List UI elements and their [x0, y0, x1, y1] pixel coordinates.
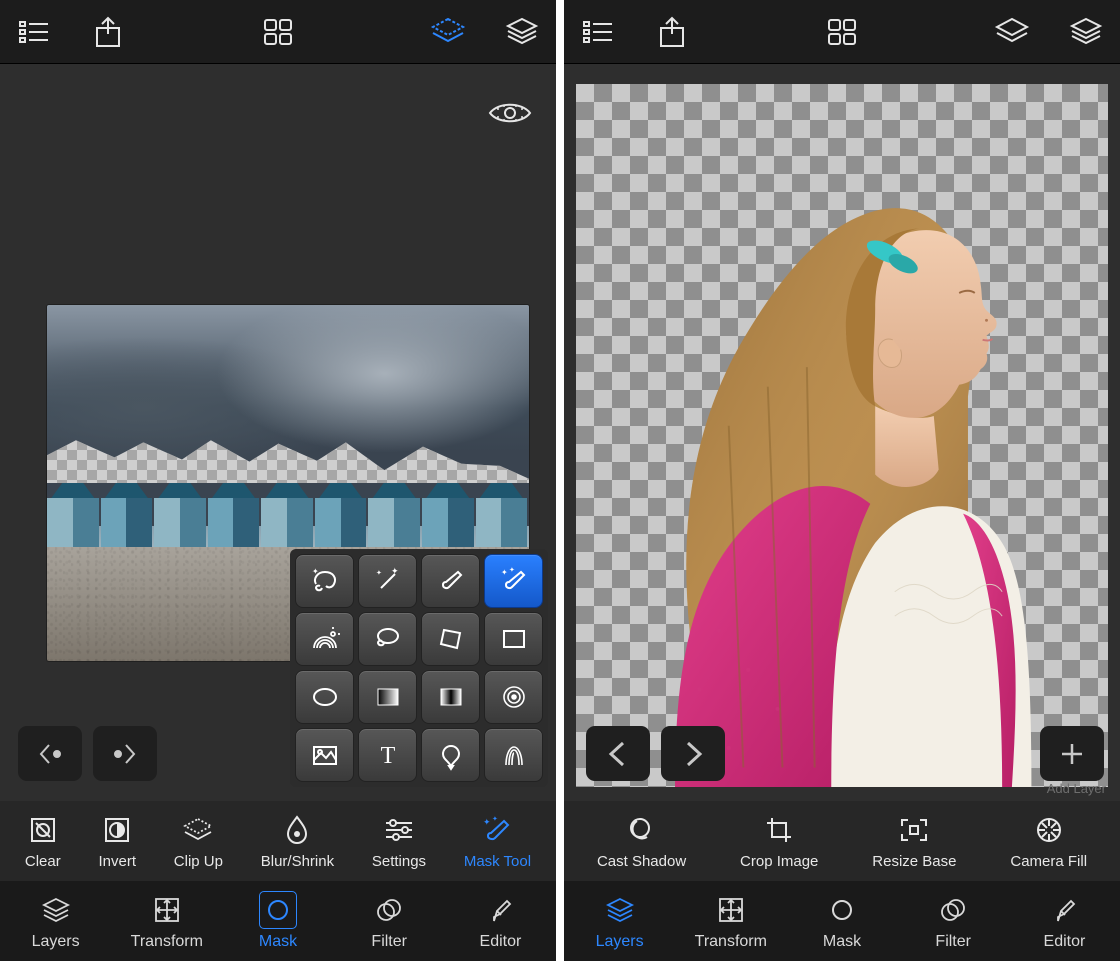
clipup-label: Clip Up	[174, 853, 223, 870]
resize-base-button[interactable]: Resize Base	[872, 813, 956, 870]
add-layer-button[interactable]	[1040, 726, 1104, 781]
tab-transform[interactable]: Transform	[675, 881, 786, 961]
svg-text:✦: ✦	[312, 567, 319, 576]
tab-mask-label: Mask	[259, 933, 297, 951]
layer-active-icon[interactable]	[428, 12, 468, 52]
next-layer-button[interactable]	[93, 726, 157, 781]
svg-text:✦: ✦	[376, 569, 382, 577]
top-toolbar	[564, 0, 1120, 64]
bottom-tab-bar: Layers Transform Mask Filter Editor	[564, 881, 1120, 961]
svg-text:✦: ✦	[391, 566, 399, 576]
right-screen: Add Layer Cast Shadow Crop Image Resize …	[564, 0, 1120, 961]
svg-text:✦: ✦	[483, 817, 491, 827]
canvas-area[interactable]: ✦ ✦✦ ✦✦ T	[0, 64, 556, 801]
cast-shadow-button[interactable]: Cast Shadow	[597, 813, 686, 870]
list-icon[interactable]	[578, 12, 618, 52]
tool-brush[interactable]	[421, 554, 480, 608]
svg-text:✦: ✦	[492, 815, 498, 823]
tool-magic-wand[interactable]: ✦✦	[358, 554, 417, 608]
next-layer-button[interactable]	[661, 726, 725, 781]
canvas-area[interactable]: Add Layer	[564, 64, 1120, 801]
settings-label: Settings	[372, 853, 426, 870]
tool-ellipse[interactable]	[295, 670, 354, 724]
mask-sub-toolbar: Clear Invert Clip Up Blur/Shrink Setting…	[0, 801, 556, 881]
tab-filter-label: Filter	[371, 933, 407, 951]
svg-text:✦: ✦	[501, 568, 508, 577]
tool-polygon[interactable]	[421, 612, 480, 666]
tool-sparkle-brush[interactable]: ✦✦	[484, 554, 543, 608]
invert-button[interactable]: Invert	[99, 813, 137, 870]
tab-transform[interactable]: Transform	[111, 881, 222, 961]
tab-layers-label: Layers	[32, 933, 80, 951]
bottom-tab-bar: Layers Transform Mask Filter Editor	[0, 881, 556, 961]
layers-stack-icon[interactable]	[1066, 12, 1106, 52]
layers-sub-toolbar: Cast Shadow Crop Image Resize Base Camer…	[564, 801, 1120, 881]
tab-layers[interactable]: Layers	[0, 881, 111, 961]
share-icon[interactable]	[88, 12, 128, 52]
clear-label: Clear	[25, 853, 61, 870]
tool-gradient-v[interactable]	[421, 670, 480, 724]
tab-editor-label: Editor	[480, 933, 522, 951]
tab-transform-label: Transform	[695, 933, 767, 951]
tool-lasso[interactable]	[358, 612, 417, 666]
tool-rainbow[interactable]	[295, 612, 354, 666]
cutout-figure	[576, 84, 1108, 787]
crop-label: Crop Image	[740, 853, 818, 870]
add-layer-label: Add Layer	[1047, 781, 1106, 796]
cast-shadow-label: Cast Shadow	[597, 853, 686, 870]
resize-label: Resize Base	[872, 853, 956, 870]
masktool-label: Mask Tool	[464, 853, 531, 870]
clear-button[interactable]: Clear	[25, 813, 61, 870]
tab-layers-label: Layers	[596, 933, 644, 951]
settings-button[interactable]: Settings	[372, 813, 426, 870]
invert-label: Invert	[99, 853, 137, 870]
mask-tool-button[interactable]: ✦✦ Mask Tool	[464, 813, 531, 870]
tab-editor[interactable]: Editor	[1009, 881, 1120, 961]
tool-image[interactable]	[295, 728, 354, 782]
clip-up-button[interactable]: Clip Up	[174, 813, 223, 870]
layer-outline-icon[interactable]	[992, 12, 1032, 52]
list-icon[interactable]	[14, 12, 54, 52]
svg-text:T: T	[380, 743, 395, 769]
tool-magic-lasso[interactable]: ✦	[295, 554, 354, 608]
tab-editor[interactable]: Editor	[445, 881, 556, 961]
blur-label: Blur/Shrink	[261, 853, 334, 870]
tool-text[interactable]: T	[358, 728, 417, 782]
tool-rectangle[interactable]	[484, 612, 543, 666]
transparent-canvas	[576, 84, 1108, 787]
tab-editor-label: Editor	[1044, 933, 1086, 951]
top-toolbar	[0, 0, 556, 64]
prev-layer-button[interactable]	[586, 726, 650, 781]
svg-text:✦: ✦	[509, 566, 515, 574]
tab-transform-label: Transform	[131, 933, 203, 951]
tab-mask[interactable]: Mask	[222, 881, 333, 961]
tab-filter[interactable]: Filter	[898, 881, 1009, 961]
left-screen: ✦ ✦✦ ✦✦ T Clear Invert	[0, 0, 556, 961]
prev-layer-button[interactable]	[18, 726, 82, 781]
mask-tool-grid: ✦ ✦✦ ✦✦ T	[290, 549, 548, 787]
tab-mask-label: Mask	[823, 933, 861, 951]
tool-radial[interactable]	[484, 670, 543, 724]
tool-gradient-h[interactable]	[358, 670, 417, 724]
tab-filter[interactable]: Filter	[334, 881, 445, 961]
visibility-eye-icon[interactable]	[488, 100, 532, 126]
blur-shrink-button[interactable]: Blur/Shrink	[261, 813, 334, 870]
camera-fill-button[interactable]: Camera Fill	[1010, 813, 1087, 870]
camera-fill-label: Camera Fill	[1010, 853, 1087, 870]
grid-icon[interactable]	[822, 12, 862, 52]
grid-icon[interactable]	[258, 12, 298, 52]
tab-filter-label: Filter	[935, 933, 971, 951]
tab-mask[interactable]: Mask	[786, 881, 897, 961]
tab-layers[interactable]: Layers	[564, 881, 675, 961]
tool-shape[interactable]	[421, 728, 480, 782]
tool-hair[interactable]	[484, 728, 543, 782]
crop-image-button[interactable]: Crop Image	[740, 813, 818, 870]
share-icon[interactable]	[652, 12, 692, 52]
layers-stack-icon[interactable]	[502, 12, 542, 52]
